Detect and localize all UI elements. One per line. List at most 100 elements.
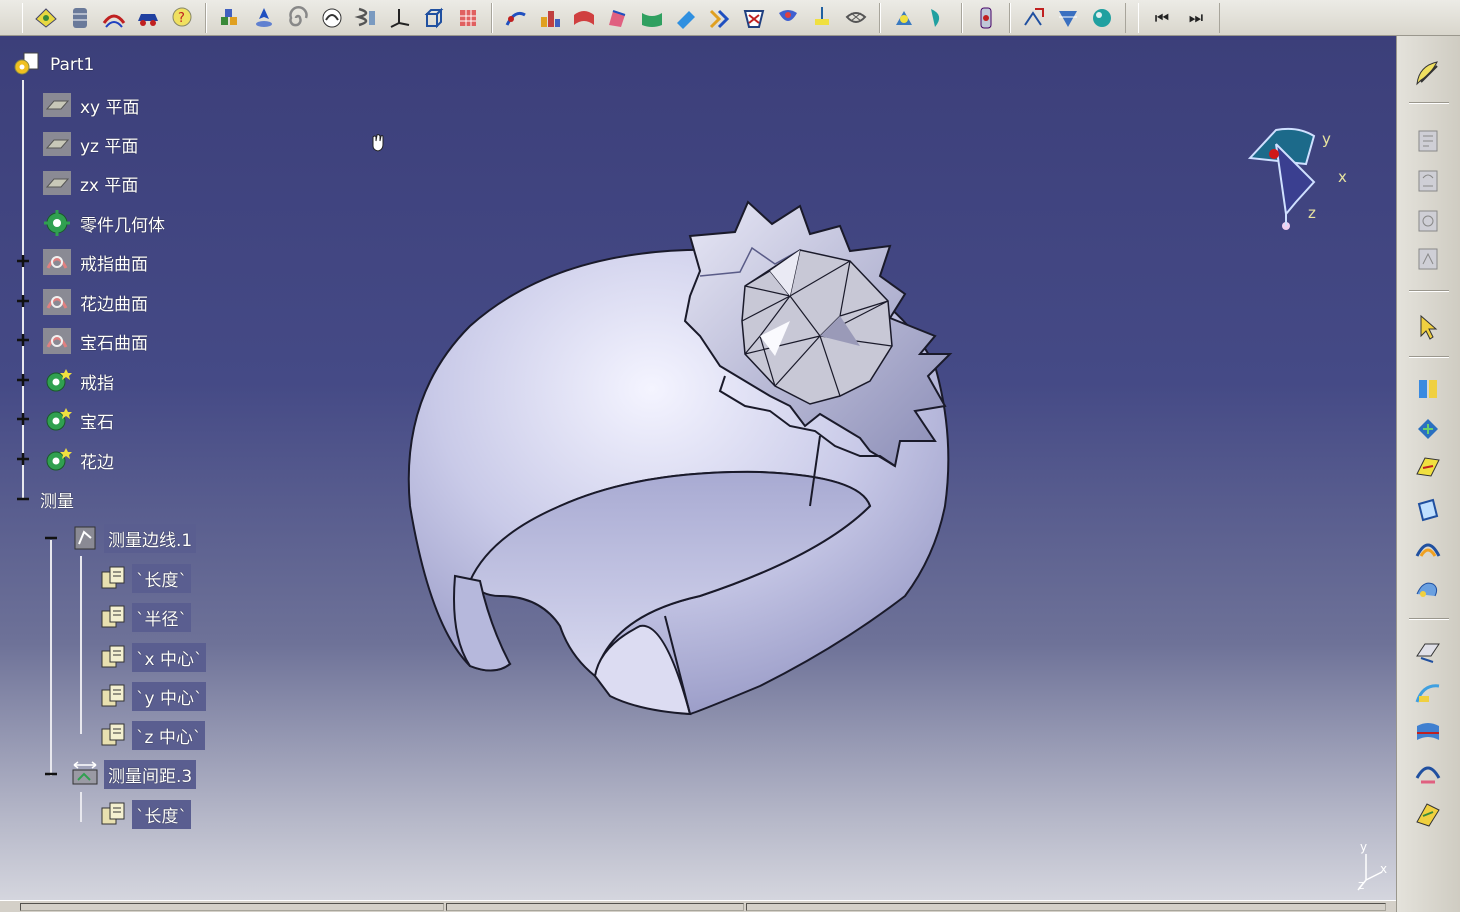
tree-item-measure-distance[interactable]: 测量间距.3 [68, 759, 197, 789]
collapse-minus-icon[interactable] [44, 531, 58, 545]
tree-connector [22, 80, 24, 500]
surface-b-icon[interactable] [1405, 412, 1451, 446]
cube-icon[interactable] [417, 3, 451, 33]
tree-item-ring-surface[interactable]: 戒指曲面 [40, 247, 152, 277]
tree-item-measure[interactable]: 测量 [34, 484, 78, 514]
fill-icon[interactable] [601, 3, 635, 33]
tree-item-param[interactable]: `半径` [96, 602, 191, 632]
spiral-icon[interactable] [281, 3, 315, 33]
rotate-icon[interactable] [969, 3, 1003, 33]
surface-set-icon [40, 287, 74, 317]
constraint-2-icon[interactable] [1405, 164, 1451, 198]
split-icon[interactable] [771, 3, 805, 33]
viewport-3d[interactable]: Part1 xy 平面 yz 平面 zx 平面 零件几何体 戒指曲面 花边曲面 … [0, 36, 1396, 904]
tree-item-lace-surface[interactable]: 花边曲面 [40, 287, 152, 317]
tree-item-label: zx 平面 [80, 175, 139, 196]
surface-f-icon[interactable] [1405, 572, 1451, 606]
transform-icon[interactable] [887, 3, 921, 33]
tree-item-yz-plane[interactable]: yz 平面 [40, 129, 142, 159]
tree-item-gem-body[interactable]: 宝石 [40, 405, 118, 435]
curve-c-icon[interactable] [1405, 756, 1451, 790]
expand-plus-icon[interactable] [16, 412, 30, 426]
sphere-icon[interactable] [1085, 3, 1119, 33]
offset-icon[interactable] [669, 3, 703, 33]
extract-icon[interactable] [703, 3, 737, 33]
tree-connector [80, 792, 82, 822]
help-icon[interactable]: ? [165, 3, 199, 33]
nav-last-button[interactable]: ⏭ [1179, 3, 1213, 33]
surface-a-icon[interactable] [1405, 372, 1451, 406]
spline-icon[interactable] [315, 3, 349, 33]
sketcher-icon[interactable] [29, 3, 63, 33]
tree-root[interactable]: Part1 [10, 50, 98, 80]
extrude-icon[interactable] [499, 3, 533, 33]
car-icon[interactable] [131, 3, 165, 33]
parameter-icon [96, 720, 130, 750]
tree-item-label: 戒指 [80, 373, 114, 394]
tree-item-param[interactable]: `长度` [96, 563, 191, 593]
tree-item-param[interactable]: `y 中心` [96, 681, 207, 711]
select-arrow-icon[interactable] [1405, 310, 1451, 344]
trim-icon[interactable] [805, 3, 839, 33]
plane-icon [40, 90, 74, 120]
expand-plus-icon[interactable] [16, 254, 30, 268]
tree-item-param[interactable]: `长度` [96, 799, 191, 829]
tree-item-label: 宝石 [80, 412, 114, 433]
tree-item-measure-edge[interactable]: 测量边线.1 [68, 523, 197, 553]
constraint-4-icon[interactable] [1405, 242, 1451, 276]
expand-plus-icon[interactable] [16, 333, 30, 347]
measure-item-icon [68, 523, 102, 553]
collapse-minus-icon[interactable] [44, 767, 58, 781]
tree-item-lace-body[interactable]: 花边 [40, 445, 118, 475]
collapse-minus-icon[interactable] [16, 492, 30, 506]
measure-between-icon [68, 759, 102, 789]
join-icon[interactable] [737, 3, 771, 33]
sketch-pen-icon[interactable] [1405, 56, 1451, 90]
catalog-icon[interactable] [213, 3, 247, 33]
surface-d-icon[interactable] [1405, 494, 1451, 528]
expand-plus-icon[interactable] [16, 373, 30, 387]
mini-axis-y: y [1360, 840, 1368, 854]
constraint-icon[interactable] [1405, 124, 1451, 158]
grid-icon[interactable] [451, 3, 485, 33]
measure-icon[interactable] [839, 3, 873, 33]
loft-icon[interactable] [97, 3, 131, 33]
curve-a-icon[interactable] [1405, 676, 1451, 710]
axis-system-icon[interactable] [383, 3, 417, 33]
tree-item-label: 宝石曲面 [80, 333, 148, 354]
tree-item-ring-body[interactable]: 戒指 [40, 366, 118, 396]
gear-icon [40, 208, 74, 238]
revolve-icon[interactable] [533, 3, 567, 33]
scale-icon[interactable] [1017, 3, 1051, 33]
surface-c-icon[interactable] [1405, 450, 1451, 484]
tree-item-param[interactable]: `z 中心` [96, 720, 206, 750]
parameter-icon [96, 602, 130, 632]
tree-item-part-body[interactable]: 零件几何体 [40, 208, 169, 238]
toolbar-group-nav: ⏮ ⏭ [1138, 2, 1220, 33]
tree-item-gem-surface[interactable]: 宝石曲面 [40, 326, 152, 356]
symmetry-icon[interactable] [921, 3, 955, 33]
surface-e-icon[interactable] [1405, 532, 1451, 566]
tree-item-zx-plane[interactable]: zx 平面 [40, 168, 142, 198]
constraint-3-icon[interactable] [1405, 204, 1451, 238]
sweep-icon[interactable] [567, 3, 601, 33]
toolbar-group-2 [206, 2, 492, 33]
point-icon[interactable] [247, 3, 281, 33]
plane-icon[interactable] [1405, 634, 1451, 668]
parameter-icon [96, 563, 130, 593]
nav-first-button[interactable]: ⏮ [1145, 3, 1179, 33]
compass-z-label: z [1308, 204, 1316, 222]
tree-item-label: `长度` [132, 799, 191, 829]
helix-icon[interactable] [349, 3, 383, 33]
blend-icon[interactable] [635, 3, 669, 33]
compass[interactable]: y x z [1236, 124, 1356, 244]
analysis-icon[interactable] [1051, 3, 1085, 33]
curve-d-icon[interactable] [1405, 796, 1451, 830]
multi-sections-icon[interactable] [63, 3, 97, 33]
expand-plus-icon[interactable] [16, 452, 30, 466]
tree-item-label: 花边曲面 [80, 294, 148, 315]
curve-b-icon[interactable] [1405, 716, 1451, 750]
tree-item-xy-plane[interactable]: xy 平面 [40, 90, 144, 120]
expand-plus-icon[interactable] [16, 294, 30, 308]
tree-item-param[interactable]: `x 中心` [96, 642, 207, 672]
